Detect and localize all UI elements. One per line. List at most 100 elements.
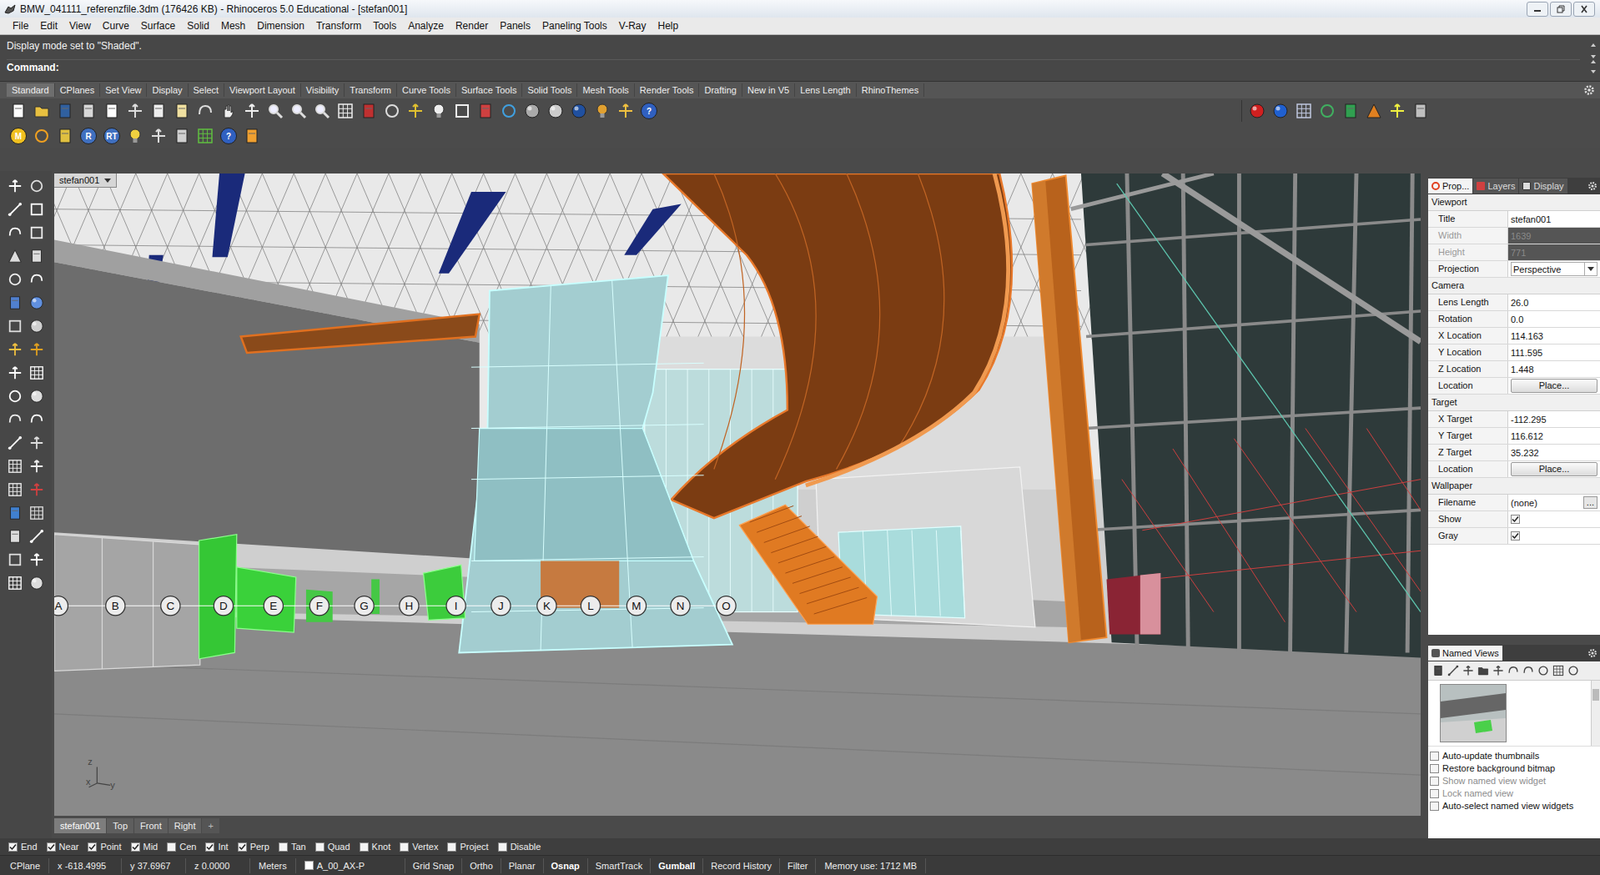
toolbar-tab[interactable]: Drafting [699,83,743,97]
property-field[interactable]: 0.0 [1510,314,1524,325]
named-view-option[interactable]: Lock named view [1429,787,1599,800]
tool-icon[interactable] [7,435,23,451]
osnap-checkbox[interactable]: Vertex [399,841,438,852]
tool-icon[interactable] [7,412,23,428]
restore-button[interactable] [1549,1,1572,17]
viewport-tab[interactable]: stefan001 [54,818,106,834]
toolbar-tab[interactable]: Lens Length [794,83,857,97]
tool-icon[interactable] [7,575,23,591]
menu-item[interactable]: Transform [310,20,368,32]
tool-icon[interactable] [29,388,45,404]
property-field[interactable]: -112.295 [1510,414,1547,425]
property-field[interactable]: 116.612 [1510,431,1544,442]
toolbar-tab[interactable]: Standard [6,83,56,97]
command-scrollbar[interactable] [1586,35,1600,81]
status-toggle[interactable]: SmartTrack [588,858,651,874]
status-toggle[interactable]: Osnap [543,858,589,874]
property-field[interactable]: 114.163 [1510,331,1544,342]
tool-icon[interactable] [7,318,23,334]
property-field[interactable]: 771 [1510,247,1526,258]
osnap-checkbox[interactable]: Project [447,841,489,852]
vray-button-icon[interactable] [150,127,167,145]
render-button-icon[interactable] [1318,102,1336,120]
named-view-tool-icon[interactable] [1432,664,1445,677]
property-dropdown[interactable]: Perspective [1510,261,1598,277]
menu-item[interactable]: Panels [493,20,537,32]
menu-item[interactable]: Tools [367,20,403,32]
menu-item[interactable]: Mesh [215,20,252,32]
tool-icon[interactable] [29,178,45,194]
property-field[interactable]: 26.0 [1510,297,1529,308]
toolbar-tab[interactable]: Surface Tools [456,83,523,97]
status-toggle[interactable]: Filter [779,858,816,874]
osnap-checkbox[interactable]: Point [87,841,121,852]
named-view-tool-icon[interactable] [1447,664,1460,677]
toolbar-button-icon[interactable] [313,102,331,120]
toolbar-tab[interactable]: Curve Tools [397,83,457,97]
tool-icon[interactable] [29,365,45,381]
osnap-checkbox[interactable]: Perp [237,841,270,852]
toolbar-button-icon[interactable] [150,102,167,120]
tool-icon[interactable] [29,552,45,568]
toolbar-button-icon[interactable] [570,102,588,120]
named-view-option[interactable]: Auto-update thumbnails [1429,749,1599,762]
tool-icon[interactable] [29,271,45,287]
osnap-checkbox[interactable]: Disable [498,841,542,852]
osnap-checkbox[interactable]: Mid [130,841,159,852]
named-view-tool-icon[interactable] [1492,664,1505,677]
named-view-tool-icon[interactable] [1507,664,1520,677]
property-field[interactable]: (none) [1510,498,1584,509]
toolbar-button-icon[interactable] [33,102,51,120]
tool-icon[interactable] [29,575,45,591]
toolbar-button-icon[interactable] [10,102,27,120]
toolbar-button-icon[interactable] [407,102,424,120]
osnap-checkbox[interactable]: Cen [166,841,197,852]
status-toggle[interactable]: Gumball [650,858,704,874]
tool-icon[interactable] [29,225,45,241]
menu-item[interactable]: View [63,20,97,32]
toolbar-button-icon[interactable] [290,102,307,120]
tool-icon[interactable] [7,505,23,521]
menu-item[interactable]: Surface [135,20,182,32]
toolbar-button-icon[interactable] [173,102,191,120]
toolbar-tab[interactable]: New in V5 [742,83,795,97]
tool-icon[interactable] [7,271,23,287]
command-prompt[interactable]: Command: [6,59,1580,76]
toolbar-tab[interactable]: Select [188,83,226,97]
tool-icon[interactable] [29,505,45,521]
vray-button-icon[interactable] [196,127,214,145]
osnap-checkbox[interactable]: Int [205,841,228,852]
menu-item[interactable]: Paneling Tools [536,20,614,32]
toolbar-tab[interactable]: Set View [100,83,147,97]
tool-icon[interactable] [29,435,45,451]
toolbar-button-icon[interactable] [523,102,541,120]
render-button-icon[interactable] [1412,102,1429,120]
toolbar-button-icon[interactable] [266,102,284,120]
tool-icon[interactable] [7,178,23,194]
scrollbar[interactable] [1590,680,1600,746]
toolbar-tab[interactable]: Visibility [301,83,346,97]
vray-button[interactable]: RT [103,127,121,145]
toolbar-tab[interactable]: Display [146,83,188,97]
property-checkbox[interactable] [1510,531,1520,541]
toolbar-button-icon[interactable] [337,102,354,120]
toolbar-tab[interactable]: Viewport Layout [224,83,302,97]
toolbar-button-icon[interactable] [430,102,448,120]
minimize-button[interactable] [1526,1,1549,17]
toolbar-tab[interactable]: CPlanes [55,83,101,97]
tool-icon[interactable] [7,388,23,404]
status-toggle[interactable]: Grid Snap [405,858,463,874]
tool-icon[interactable] [7,552,23,568]
status-toggle[interactable]: Ortho [462,858,502,874]
render-button-icon[interactable] [1388,102,1406,120]
toolbar-button-icon[interactable] [220,102,237,120]
toolbar-tab[interactable]: RhinoThemes [856,83,925,97]
named-view-tool-icon[interactable] [1522,664,1535,677]
viewport-tab[interactable]: Top [106,818,134,834]
gear-icon[interactable] [1583,84,1595,96]
viewport-tab[interactable]: Front [134,818,168,834]
toolbar-button-icon[interactable] [80,102,97,120]
gear-icon[interactable] [1587,648,1598,659]
place-button[interactable]: Place... [1510,462,1598,477]
osnap-checkbox[interactable]: Tan [278,841,307,852]
